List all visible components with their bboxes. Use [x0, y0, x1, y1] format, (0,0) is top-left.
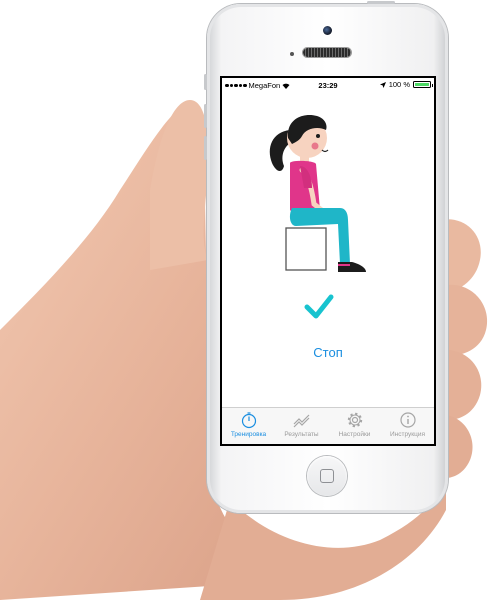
status-bar: MegaFon 23:29 100 %: [222, 78, 434, 92]
volume-up-button: [204, 104, 207, 128]
stopwatch-icon: [241, 412, 256, 429]
earpiece-speaker: [303, 48, 351, 57]
stop-button[interactable]: Стоп: [222, 345, 434, 360]
tab-label: Настройки: [338, 431, 371, 438]
front-camera: [323, 26, 332, 35]
info-icon: [399, 412, 416, 428]
chart-icon: [293, 414, 309, 428]
app-display: MegaFon 23:29 100 % Стоп Тренировка Резу…: [222, 78, 434, 444]
power-button: [367, 1, 395, 4]
location-arrow-icon: [379, 81, 386, 88]
screen: MegaFon 23:29 100 % Стоп Тренировка Резу…: [220, 76, 436, 446]
phone-frame: MegaFon 23:29 100 % Стоп Тренировка Резу…: [204, 1, 448, 513]
battery-level: [415, 83, 429, 86]
mute-switch: [204, 74, 207, 90]
proximity-sensor: [290, 52, 294, 56]
tab-label: Результаты: [284, 431, 319, 438]
tab-settings[interactable]: Настройки: [328, 408, 381, 444]
checkmark-icon: [304, 294, 334, 319]
tab-training[interactable]: Тренировка: [222, 408, 275, 444]
tab-label: Тренировка: [230, 431, 267, 438]
volume-down-button: [204, 136, 207, 160]
home-button[interactable]: [307, 456, 347, 496]
sitting-woman-illustration: [269, 114, 366, 272]
tab-instructions[interactable]: Инструкция: [381, 408, 434, 444]
battery-icon: [413, 81, 433, 88]
gear-icon: [347, 412, 362, 428]
battery-percentage: 100 %: [388, 80, 410, 89]
tab-results[interactable]: Результаты: [275, 408, 328, 444]
tab-label: Инструкция: [390, 431, 425, 438]
home-square-icon: [320, 469, 334, 483]
tab-bar: Тренировка Результаты Настройки Инструкц…: [222, 407, 434, 444]
